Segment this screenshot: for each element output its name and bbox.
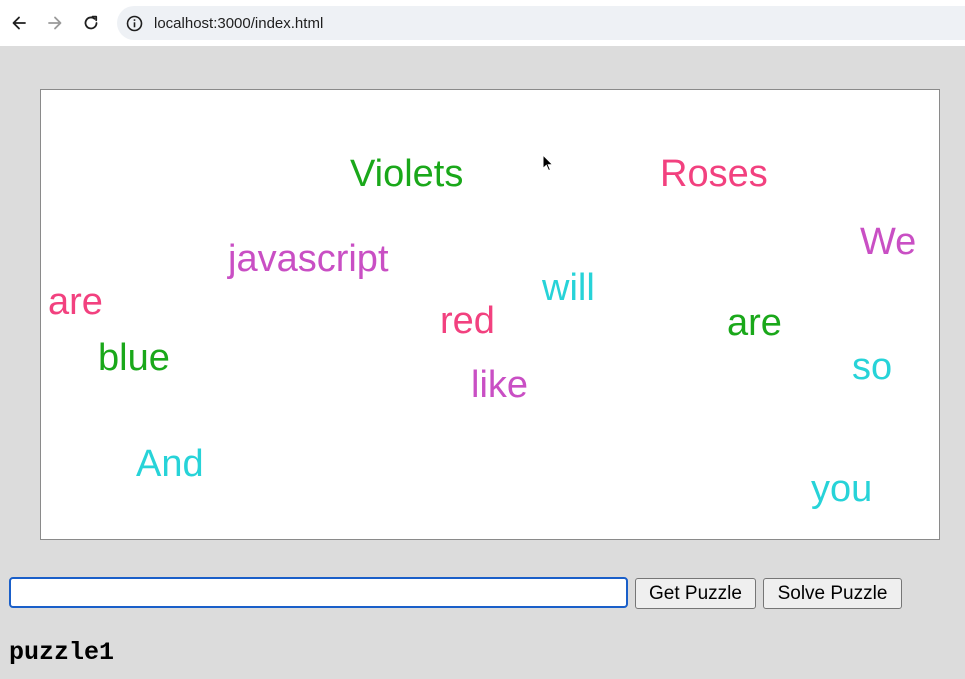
word-you[interactable]: you: [811, 470, 872, 508]
word-red[interactable]: red: [440, 302, 495, 340]
puzzle-name: puzzle1: [9, 638, 115, 667]
word-are[interactable]: are: [727, 304, 782, 342]
address-bar[interactable]: localhost:3000/index.html: [117, 6, 965, 40]
word-and[interactable]: And: [136, 445, 204, 483]
word-will[interactable]: will: [542, 269, 595, 307]
word-violets[interactable]: Violets: [350, 155, 463, 193]
back-arrow-icon[interactable]: [6, 10, 32, 36]
get-puzzle-button[interactable]: Get Puzzle: [635, 578, 756, 609]
word-are[interactable]: are: [48, 283, 103, 321]
reload-icon[interactable]: [78, 10, 104, 36]
site-info-icon[interactable]: [123, 12, 145, 34]
word-we[interactable]: We: [860, 223, 916, 261]
answer-input[interactable]: [9, 577, 628, 608]
browser-toolbar: localhost:3000/index.html: [0, 0, 965, 46]
url-text: localhost:3000/index.html: [154, 14, 324, 32]
word-blue[interactable]: blue: [98, 339, 170, 377]
puzzle-canvas[interactable]: Violets Roses We javascript are will red…: [40, 89, 940, 540]
forward-arrow-icon[interactable]: [42, 10, 68, 36]
word-so[interactable]: so: [852, 348, 892, 386]
mouse-cursor-icon: [542, 153, 554, 177]
solve-puzzle-button[interactable]: Solve Puzzle: [763, 578, 902, 609]
word-roses[interactable]: Roses: [660, 155, 768, 193]
word-like[interactable]: like: [471, 366, 528, 404]
word-javascript[interactable]: javascript: [228, 240, 389, 278]
